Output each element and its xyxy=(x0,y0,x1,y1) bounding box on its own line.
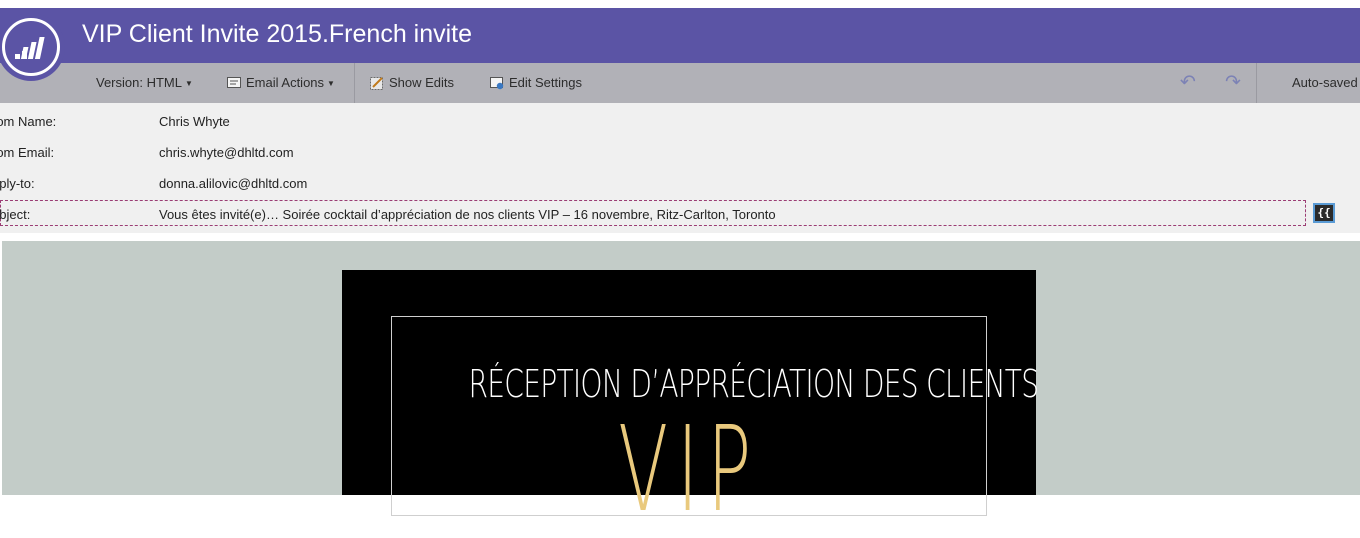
settings-icon xyxy=(490,77,504,90)
from-name-value[interactable]: Chris Whyte xyxy=(159,114,230,129)
email-header-fields: rom Name: Chris Whyte rom Email: chris.w… xyxy=(0,103,1360,233)
reply-to-value[interactable]: donna.alilovic@dhltd.com xyxy=(159,176,307,191)
email-actions-dropdown[interactable]: Email Actions ▼ xyxy=(227,63,335,103)
app-header: VIP Client Invite 2015.French invite xyxy=(0,8,1360,63)
invite-vip-title: VIP xyxy=(618,400,760,538)
email-actions-label: Email Actions xyxy=(246,75,325,90)
from-name-label: rom Name: xyxy=(0,114,57,129)
logo-mark-icon xyxy=(2,18,60,76)
editor-toolbar: Version: HTML ▼ Email Actions ▼ Show Edits… xyxy=(0,63,1360,103)
reply-to-label: eply-to: xyxy=(0,176,35,191)
version-label: Version: HTML xyxy=(96,75,182,90)
edit-settings-label: Edit Settings xyxy=(509,75,582,90)
subject-value[interactable]: Vous êtes invité(e)… Soirée cocktail d’a… xyxy=(159,207,776,222)
undo-icon[interactable]: ↶ xyxy=(1177,72,1199,94)
from-email-label: rom Email: xyxy=(0,145,55,160)
toolbar-divider xyxy=(354,63,355,103)
show-edits-button[interactable]: Show Edits xyxy=(370,63,454,103)
edit-settings-button[interactable]: Edit Settings xyxy=(490,63,582,103)
show-edits-label: Show Edits xyxy=(389,75,455,90)
page-title: VIP Client Invite 2015.French invite xyxy=(82,20,473,48)
autosave-status: Auto-saved xyxy=(1292,75,1358,90)
chevron-down-icon: ▼ xyxy=(184,79,193,88)
version-dropdown[interactable]: Version: HTML ▼ xyxy=(96,63,193,103)
subject-label: ubject: xyxy=(0,207,31,222)
redo-icon[interactable]: ↷ xyxy=(1222,72,1244,94)
marketo-logo[interactable] xyxy=(0,13,65,81)
insert-token-button[interactable]: {{ xyxy=(1313,203,1335,223)
chevron-down-icon: ▼ xyxy=(327,79,335,88)
email-icon xyxy=(227,77,241,88)
edit-pencil-icon xyxy=(370,77,383,90)
from-email-value[interactable]: chris.whyte@dhltd.com xyxy=(159,145,294,160)
toolbar-divider xyxy=(1256,63,1257,103)
